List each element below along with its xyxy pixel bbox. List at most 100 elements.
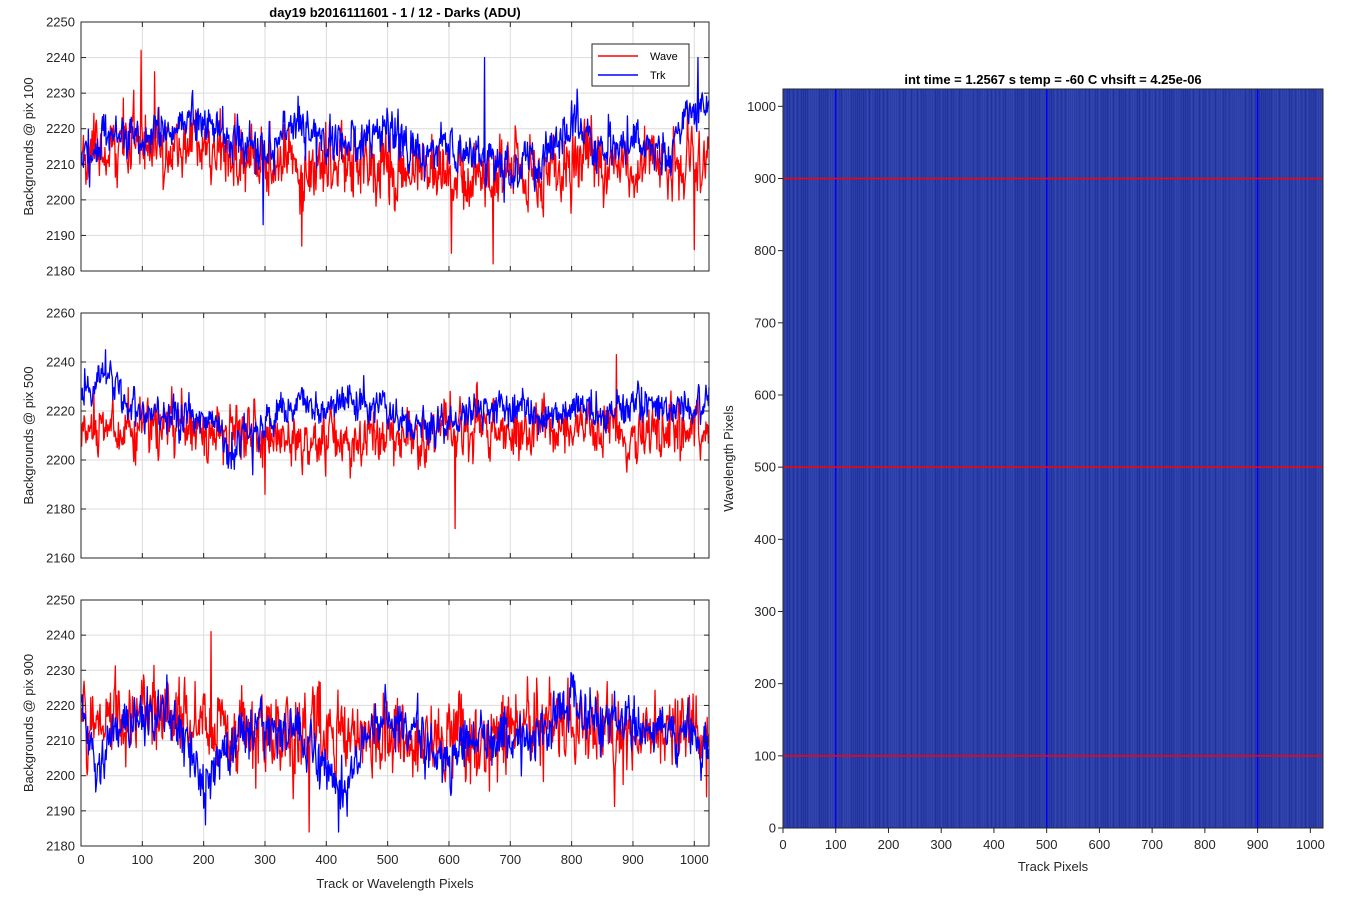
- heatmap-column-shade: [1183, 89, 1184, 828]
- heatmap-column-shade: [1123, 89, 1124, 828]
- heatmap-column-shade: [883, 89, 884, 828]
- heatmap-column-shade: [885, 89, 886, 828]
- heatmap-column-shade: [869, 89, 870, 828]
- heatmap-y-tick-label-900: 900: [754, 171, 776, 186]
- heatmap-column-shade: [1219, 89, 1220, 828]
- heatmap-column-shade: [995, 89, 996, 828]
- heatmap-column-shade: [847, 89, 848, 828]
- heatmap-column-shade: [973, 89, 974, 828]
- heatmap-column-shade: [851, 89, 852, 828]
- heatmap-x-tick-label-500: 500: [1036, 837, 1058, 852]
- heatmap-column-shade: [1169, 89, 1170, 828]
- heatmap-column-shade: [1139, 89, 1140, 828]
- heatmap-column-shade: [1147, 89, 1148, 828]
- heatmap-column-shade: [1083, 89, 1084, 828]
- heatmap-column-shade: [1193, 89, 1194, 828]
- heatmap-column-shade: [999, 89, 1000, 828]
- y-tick-label-2190: 2190: [46, 803, 75, 818]
- heatmap-column-shade: [1199, 89, 1200, 828]
- y-tick-label-2240: 2240: [46, 50, 75, 65]
- heatmap-column-shade: [927, 89, 928, 828]
- heatmap-column-shade: [937, 89, 938, 828]
- heatmap-column-shade: [1187, 89, 1188, 828]
- heatmap-column-shade: [1261, 89, 1262, 828]
- heatmap-column-shade: [919, 89, 920, 828]
- heatmap-column-shade: [1259, 89, 1260, 828]
- heatmap-column-shade: [1049, 89, 1050, 828]
- legend-label-wave: Wave: [650, 51, 678, 63]
- heatmap-column-shade: [897, 89, 898, 828]
- heatmap-x-tick-label-700: 700: [1141, 837, 1163, 852]
- legend-label-trk: Trk: [650, 70, 666, 82]
- legend: Wave Trk: [591, 43, 690, 87]
- heatmap-column-shade: [853, 89, 854, 828]
- heatmap-column-shade: [1155, 89, 1156, 828]
- heatmap-column-shade: [957, 89, 958, 828]
- heatmap-column-shade: [1299, 89, 1300, 828]
- heatmap-column-shade: [913, 89, 914, 828]
- heatmap-column-shade: [1067, 89, 1068, 828]
- heatmap-column-shade: [1175, 89, 1176, 828]
- heatmap-column-shade: [1253, 89, 1254, 828]
- heatmap-column-shade: [865, 89, 866, 828]
- heatmap-column-shade: [1001, 89, 1002, 828]
- heatmap-column-shade: [1119, 89, 1120, 828]
- heatmap-column-shade: [841, 89, 842, 828]
- heatmap-column-shade: [979, 89, 980, 828]
- heatmap-column-shade: [1281, 89, 1282, 828]
- heatmap-column-shade: [1197, 89, 1198, 828]
- heatmap-column-shade: [1189, 89, 1190, 828]
- y-tick-label-2210: 2210: [46, 733, 75, 748]
- heatmap-column-shade: [1059, 89, 1060, 828]
- x-tick-label-1000: 1000: [680, 852, 709, 867]
- heatmap-column-shade: [1009, 89, 1010, 828]
- heatmap-column-shade: [807, 89, 808, 828]
- x-tick-label-700: 700: [499, 852, 521, 867]
- heatmap-column-shade: [1153, 89, 1154, 828]
- heatmap-column-shade: [1063, 89, 1064, 828]
- heatmap-column-shade: [1265, 89, 1266, 828]
- heatmap-column-shade: [1293, 89, 1294, 828]
- heatmap-column-shade: [877, 89, 878, 828]
- heatmap-column-shade: [887, 89, 888, 828]
- x-tick-label-400: 400: [315, 852, 337, 867]
- heatmap-column-shade: [965, 89, 966, 828]
- heatmap-column-shade: [879, 89, 880, 828]
- heatmap-column-shade: [1201, 89, 1202, 828]
- heatmap-column-shade: [901, 89, 902, 828]
- heatmap-column-shade: [1097, 89, 1098, 828]
- heatmap-column-shade: [1195, 89, 1196, 828]
- heatmap-column-shade: [833, 89, 834, 828]
- heatmap-y-tick-label-0: 0: [769, 821, 776, 836]
- heatmap-column-shade: [1233, 89, 1234, 828]
- heatmap-x-tick-label-800: 800: [1194, 837, 1216, 852]
- heatmap-column-shade: [1151, 89, 1152, 828]
- heatmap-column-shade: [1041, 89, 1042, 828]
- heatmap-column-shade: [1079, 89, 1080, 828]
- heatmap-column-shade: [1017, 89, 1018, 828]
- figure-title: day19 b2016111601 - 1 / 12 - Darks (ADU): [269, 5, 520, 20]
- heatmap-column-shade: [907, 89, 908, 828]
- heatmap-column-shade: [1117, 89, 1118, 828]
- heatmap-column-shade: [1141, 89, 1142, 828]
- heatmap-column-shade: [1269, 89, 1270, 828]
- heatmap-column-shade: [1313, 89, 1314, 828]
- heatmap-column-shade: [935, 89, 936, 828]
- y-tick-label-2190: 2190: [46, 228, 75, 243]
- heatmap-column-shade: [1043, 89, 1044, 828]
- heatmap-column-shade: [911, 89, 912, 828]
- y-tick-label-2160: 2160: [46, 551, 75, 566]
- heatmap-column-shade: [909, 89, 910, 828]
- heatmap-column-shade: [1289, 89, 1290, 828]
- heatmap-column-shade: [923, 89, 924, 828]
- heatmap-x-tick-label-400: 400: [983, 837, 1005, 852]
- heatmap-column-shade: [1035, 89, 1036, 828]
- heatmap-column-shade: [943, 89, 944, 828]
- heatmap-column-shade: [1273, 89, 1274, 828]
- heatmap-x-tick-label-900: 900: [1247, 837, 1269, 852]
- heatmap-y-axis-label: Wavelength Pixels: [721, 405, 736, 512]
- heatmap-column-shade: [1103, 89, 1104, 828]
- heatmap-column-shade: [987, 89, 988, 828]
- heatmap-column-shade: [811, 89, 812, 828]
- heatmap-column-shade: [861, 89, 862, 828]
